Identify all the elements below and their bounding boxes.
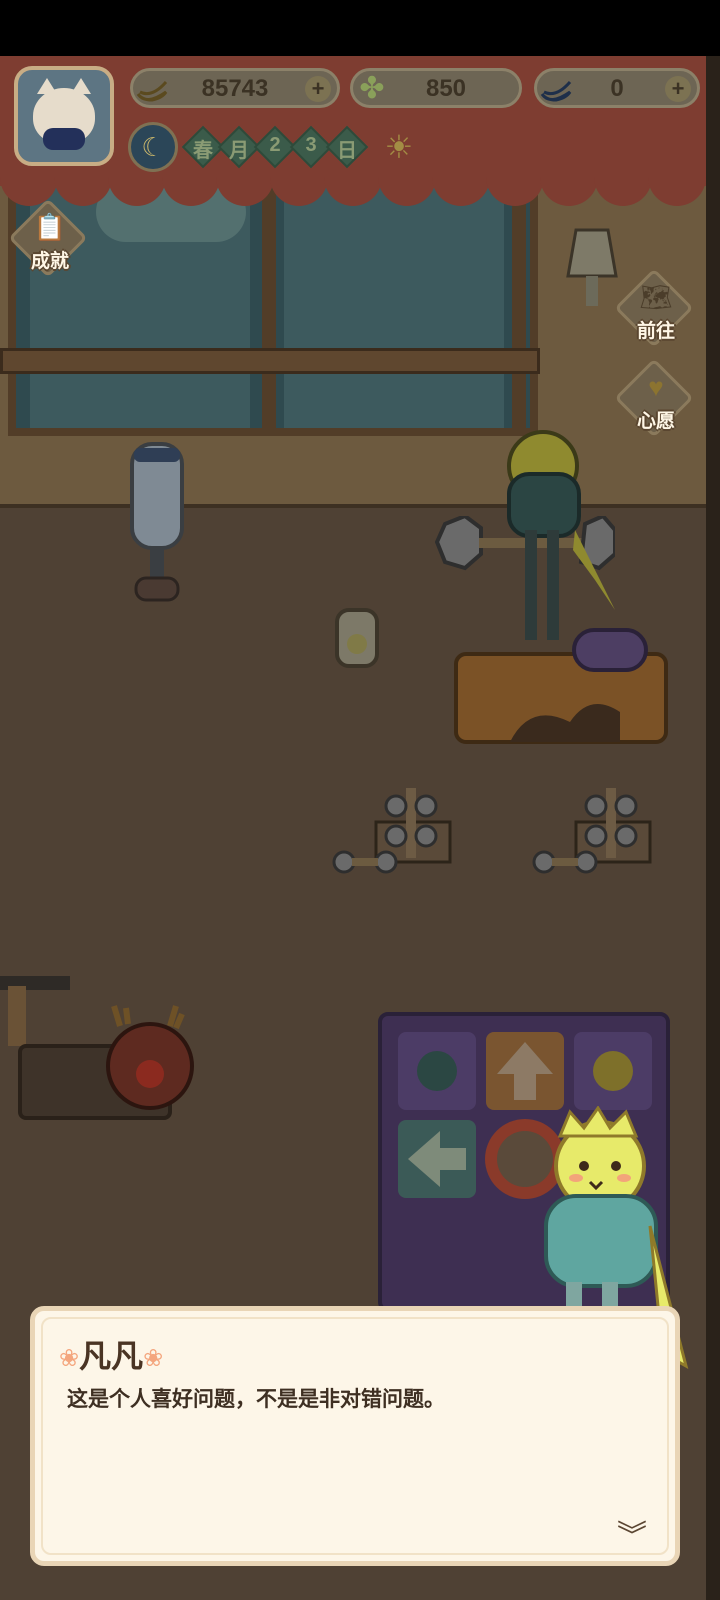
banana-count: 85743 xyxy=(201,75,269,102)
add-banana-button[interactable]: + xyxy=(305,76,331,102)
speaker-name: ❀凡凡❀ xyxy=(59,1331,163,1377)
wish-label: 心愿 xyxy=(636,411,675,432)
treadmill-with-deer[interactable] xyxy=(0,956,210,1156)
dialog-box[interactable]: ❀凡凡❀ 这是个人喜好问题，不是是非对错问题。 ︾ xyxy=(30,1306,680,1566)
wish-button[interactable]: ♥ 心愿 xyxy=(614,358,696,440)
heart-book-icon: ♥ xyxy=(648,372,664,402)
water-cup[interactable] xyxy=(332,604,382,678)
window-sill xyxy=(0,348,540,374)
clipboard-icon: 📋 xyxy=(33,212,67,242)
punching-bag[interactable] xyxy=(120,436,200,616)
curtain-scallops xyxy=(0,174,706,206)
cat-avatar-icon xyxy=(33,78,95,150)
blue-banana-count: 0 xyxy=(610,75,624,102)
goto-label: 前往 xyxy=(636,321,675,342)
sun-icon: ☀ xyxy=(384,129,414,165)
yoga-mat[interactable] xyxy=(450,626,670,750)
date-season: 春 xyxy=(193,140,213,162)
wall-lamp xyxy=(566,228,618,306)
date-day-unit: 日 xyxy=(337,140,357,162)
dialog-text: 这是个人喜好问题，不是是非对错问题。 xyxy=(67,1388,445,1411)
clover-count: 850 xyxy=(425,75,467,102)
add-blue-banana-button[interactable]: + xyxy=(665,76,691,102)
achievements-label: 成就 xyxy=(30,251,69,272)
blue-banana-icon xyxy=(533,65,579,111)
blue-banana-currency[interactable]: 0 + xyxy=(534,68,700,108)
achievements-button[interactable]: 📋 成就 xyxy=(8,198,90,280)
chevron-down-icon[interactable]: ︾ xyxy=(617,1511,647,1555)
dumbbell-rack-left[interactable] xyxy=(330,778,460,878)
dumbbell-rack-right[interactable] xyxy=(530,778,660,878)
moon-icon: ☾ xyxy=(128,122,178,172)
date-day-digit-1: 2 xyxy=(269,134,281,156)
speaker-label: 凡凡 xyxy=(79,1338,144,1374)
map-icon: 🗺 xyxy=(639,282,673,312)
banana-currency[interactable]: 85743 + xyxy=(130,68,340,108)
banana-icon xyxy=(129,65,175,111)
date-month: 月 xyxy=(229,140,249,162)
goto-button[interactable]: 🗺 前往 xyxy=(614,268,696,350)
screen-edge xyxy=(706,56,720,1600)
clover-currency[interactable]: ✤ 850 xyxy=(350,68,522,108)
player-avatar[interactable] xyxy=(14,66,114,166)
date-day-digit-2: 3 xyxy=(305,134,317,156)
paw-icon: ❀ xyxy=(59,1345,80,1373)
paw-icon: ❀ xyxy=(143,1345,164,1373)
clover-icon: ✤ xyxy=(359,71,385,105)
